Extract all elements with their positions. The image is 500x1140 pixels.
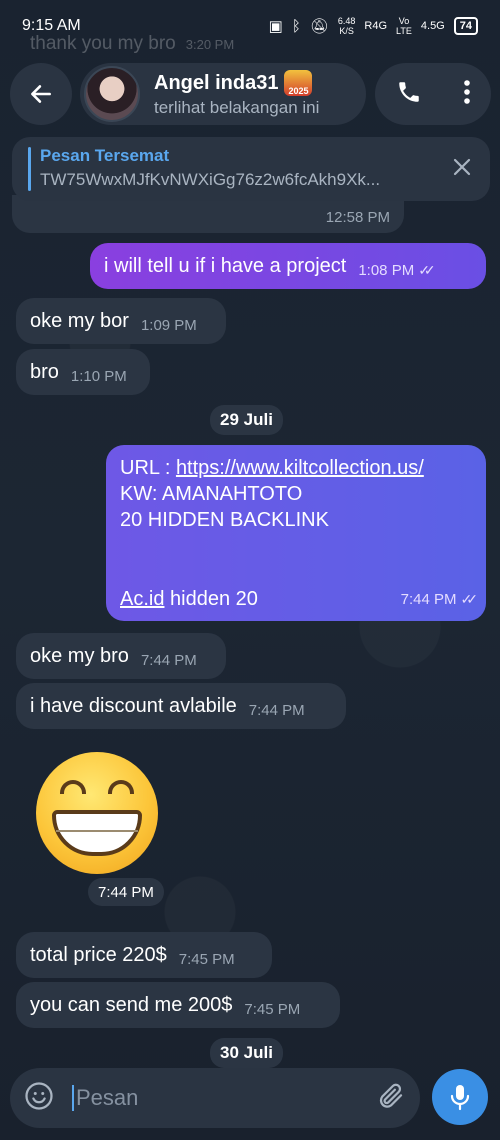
pinned-message[interactable]: Pesan Tersemat TW75WwxMJfKvNWXiGg76z2w6f… bbox=[12, 137, 490, 201]
bluetooth-icon: ᛒ bbox=[291, 17, 301, 35]
date-separator: 30 Juli bbox=[210, 1038, 283, 1068]
net-speed: 6.48 K/S bbox=[337, 16, 356, 36]
voice-record-button[interactable] bbox=[432, 1069, 488, 1125]
message-time: 7:45 PM bbox=[244, 1000, 301, 1018]
message-text: i will tell u if i have a project bbox=[104, 254, 347, 277]
message-time: 7:44 PM bbox=[248, 701, 305, 719]
message-bubble-incoming[interactable]: oke my bor 1:09 PM bbox=[16, 298, 226, 344]
emoji-right-eye bbox=[108, 780, 134, 794]
paperclip-icon bbox=[379, 1083, 403, 1108]
message-text: 20 HIDDEN BACKLINK bbox=[120, 509, 329, 531]
signal-45g: 4.5G bbox=[420, 20, 445, 32]
message-text: Ac.id hidden 20 bbox=[120, 588, 258, 610]
message-text: i have discount avlabile bbox=[30, 694, 237, 717]
message-link[interactable]: Ac.id bbox=[120, 588, 164, 610]
message-time: 1:08 PM bbox=[358, 261, 415, 279]
message-bubble-incoming[interactable]: i have discount avlabile 7:44 PM bbox=[16, 683, 346, 729]
header-actions bbox=[375, 63, 491, 125]
message-text: KW: AMANAHTOTO bbox=[120, 483, 303, 505]
smiley-icon bbox=[25, 1081, 53, 1110]
emoji-time: 7:44 PM bbox=[88, 878, 164, 906]
pinned-accent-bar bbox=[28, 147, 31, 191]
message-time: 1:09 PM bbox=[140, 316, 197, 334]
message-text: bro bbox=[30, 360, 59, 383]
message-url-line: URL : https://www.kiltcollection.us/ bbox=[120, 457, 424, 479]
arrow-left-icon bbox=[31, 85, 51, 103]
emoji-mouth bbox=[52, 810, 142, 856]
message-time: 7:44 PM bbox=[400, 591, 457, 608]
kebab-menu-icon bbox=[463, 79, 470, 104]
pinned-title: Pesan Tersemat bbox=[40, 146, 170, 165]
call-button[interactable] bbox=[396, 79, 422, 110]
message-link[interactable]: https://www.kiltcollection.us/ bbox=[176, 457, 424, 479]
last-seen-status: terlihat belakangan ini bbox=[154, 98, 320, 117]
read-checkmarks-icon: ✓✓ bbox=[460, 591, 479, 607]
nfc-icon: ▣ bbox=[268, 18, 283, 35]
message-time: 7:44 PM bbox=[140, 651, 197, 669]
read-checkmarks-icon: ✓✓ bbox=[418, 261, 436, 278]
status-icons: ▣ ᛒ 🔕︎ 6.48 K/S R4G Vo LTE 4.5G 74 bbox=[269, 16, 478, 36]
emoji-left-eye bbox=[60, 780, 86, 794]
message-text: oke my bor bbox=[30, 309, 129, 332]
message-bubble-incoming[interactable]: you can send me 200$ 7:45 PM bbox=[16, 982, 340, 1028]
attach-button[interactable] bbox=[376, 1081, 406, 1116]
close-pinned-button[interactable] bbox=[452, 157, 472, 182]
phone-icon bbox=[398, 81, 419, 102]
avatar[interactable] bbox=[84, 66, 140, 122]
message-bubble-incoming[interactable]: bro 1:10 PM bbox=[16, 349, 150, 395]
contact-header[interactable]: Angel inda31 2025 terlihat belakangan in… bbox=[80, 63, 366, 125]
date-separator: 29 Juli bbox=[210, 405, 283, 435]
message-time: 12:58 PM bbox=[325, 208, 390, 226]
emoji-button[interactable] bbox=[24, 1081, 54, 1116]
premium-badge-icon: 2025 bbox=[284, 70, 313, 96]
signal-r4g: R4G bbox=[364, 20, 388, 32]
microphone-icon bbox=[450, 1085, 470, 1111]
message-bubble-outgoing[interactable]: URL : https://www.kiltcollection.us/ KW:… bbox=[106, 445, 486, 621]
pinned-text: TW75WwxMJfKvNWXiGg76z2w6fcAkh9Xk... bbox=[40, 170, 381, 189]
message-text: you can send me 200$ bbox=[30, 993, 233, 1016]
message-input[interactable] bbox=[72, 1085, 342, 1111]
message-time: 7:45 PM bbox=[178, 950, 235, 968]
more-options-button[interactable] bbox=[463, 79, 471, 110]
status-bar: 9:15 AM ▣ ᛒ 🔕︎ 6.48 K/S R4G Vo LTE 4.5G … bbox=[0, 0, 500, 52]
volte-indicator: Vo LTE bbox=[396, 16, 412, 36]
message-bubble-incoming[interactable]: total price 220$ 7:45 PM bbox=[16, 932, 272, 978]
battery-icon: 74 bbox=[453, 17, 478, 35]
grinning-face-emoji-icon[interactable] bbox=[36, 752, 158, 874]
message-composer bbox=[10, 1068, 420, 1128]
back-button[interactable] bbox=[10, 63, 72, 125]
message-bubble-incoming[interactable]: oke my bro 7:44 PM bbox=[16, 633, 226, 679]
contact-name: Angel inda31 bbox=[154, 71, 279, 94]
message-text: total price 220$ bbox=[30, 943, 167, 966]
mute-icon: 🔕︎ bbox=[309, 18, 329, 35]
message-text: oke my bro bbox=[30, 644, 129, 667]
close-icon bbox=[453, 158, 471, 176]
message-time: 1:10 PM bbox=[70, 367, 127, 385]
status-time: 9:15 AM bbox=[22, 17, 81, 34]
message-bubble-outgoing[interactable]: i will tell u if i have a project 1:08 P… bbox=[90, 243, 486, 289]
